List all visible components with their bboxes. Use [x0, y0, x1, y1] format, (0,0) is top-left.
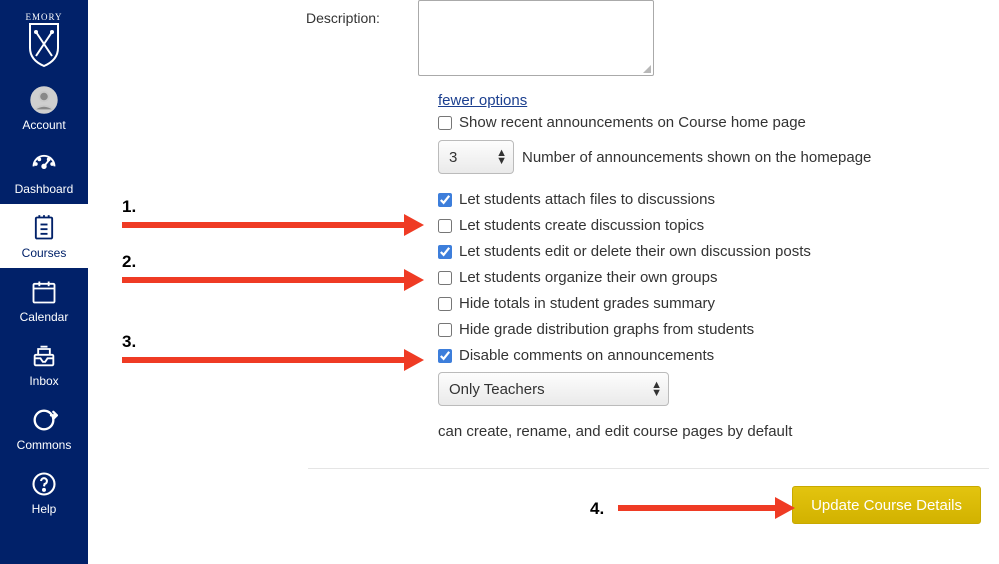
select-value: 3: [449, 149, 457, 166]
emory-shield-icon: EMORY: [24, 10, 64, 70]
checkbox-attach-files[interactable]: [438, 193, 452, 207]
description-label: Description:: [306, 10, 380, 26]
user-circle-icon: [30, 86, 58, 114]
opt-organize-groups: Let students organize their own groups: [438, 269, 718, 286]
nav-label: Calendar: [20, 310, 69, 324]
nav-courses[interactable]: Courses: [0, 204, 88, 268]
content: Description: fewer options Show recent a…: [88, 0, 999, 564]
checkbox-recent-announcements[interactable]: [438, 116, 452, 130]
checkbox-create-topics[interactable]: [438, 219, 452, 233]
select-stepper-icon: ▲▼: [496, 149, 507, 165]
opt-hide-distribution: Hide grade distribution graphs from stud…: [438, 321, 754, 338]
select-num-announcements[interactable]: 3 ▲▼: [438, 140, 514, 174]
option-label: Hide totals in student grades summary: [459, 295, 715, 312]
nav-dashboard[interactable]: Dashboard: [0, 140, 88, 204]
opt-attach-files: Let students attach files to discussions: [438, 191, 715, 208]
resize-handle-icon[interactable]: [641, 63, 651, 73]
arrow-4: [618, 503, 793, 513]
description-textarea[interactable]: [418, 0, 654, 76]
fewer-options-link[interactable]: fewer options: [438, 92, 527, 109]
checkbox-disable-comments[interactable]: [438, 349, 452, 363]
annotation-4: 4.: [590, 499, 604, 519]
select-value: Only Teachers: [449, 381, 545, 398]
nav-account[interactable]: Account: [0, 76, 88, 140]
option-label: Let students attach files to discussions: [459, 191, 715, 208]
nav-calendar[interactable]: Calendar: [0, 268, 88, 332]
num-announcements-label: Number of announcements shown on the hom…: [522, 149, 871, 166]
nav-label: Commons: [17, 438, 72, 452]
nav-inbox[interactable]: Inbox: [0, 332, 88, 396]
checkbox-organize-groups[interactable]: [438, 271, 452, 285]
who-can-edit-suffix: can create, rename, and edit course page…: [438, 423, 792, 440]
checkbox-edit-delete[interactable]: [438, 245, 452, 259]
arrow-3: [122, 355, 422, 365]
select-who-can-edit[interactable]: Only Teachers ▲▼: [438, 372, 669, 406]
courses-icon: [30, 214, 58, 242]
divider: [308, 468, 989, 469]
commons-icon: [30, 406, 58, 434]
update-course-details-button[interactable]: Update Course Details: [792, 486, 981, 524]
brand-logo: EMORY: [0, 0, 88, 76]
opt-hide-totals: Hide totals in student grades summary: [438, 295, 715, 312]
opt-recent-announcements: Show recent announcements on Course home…: [438, 114, 806, 131]
dashboard-icon: [30, 150, 58, 178]
annotation-3: 3.: [122, 332, 136, 352]
svg-text:EMORY: EMORY: [25, 12, 62, 22]
option-label: Disable comments on announcements: [459, 347, 714, 364]
nav-label: Account: [22, 118, 65, 132]
opt-disable-comments: Disable comments on announcements: [438, 347, 714, 364]
nav-label: Courses: [22, 246, 67, 260]
nav-label: Inbox: [29, 374, 58, 388]
nav-help[interactable]: Help: [0, 460, 88, 524]
arrow-1: [122, 220, 422, 230]
global-nav: EMORY Account: [0, 0, 88, 564]
inbox-icon: [30, 342, 58, 370]
opt-create-topics: Let students create discussion topics: [438, 217, 704, 234]
calendar-icon: [30, 278, 58, 306]
checkbox-hide-distribution[interactable]: [438, 323, 452, 337]
select-stepper-icon: ▲▼: [651, 381, 662, 397]
nav-commons[interactable]: Commons: [0, 396, 88, 460]
nav-label: Help: [32, 502, 57, 516]
arrow-2: [122, 275, 422, 285]
help-icon: [30, 470, 58, 498]
option-label: Hide grade distribution graphs from stud…: [459, 321, 754, 338]
annotation-2: 2.: [122, 252, 136, 272]
nav-label: Dashboard: [15, 182, 74, 196]
option-label: Let students organize their own groups: [459, 269, 718, 286]
option-label: Show recent announcements on Course home…: [459, 114, 806, 131]
annotation-1: 1.: [122, 197, 136, 217]
opt-edit-delete: Let students edit or delete their own di…: [438, 243, 811, 260]
option-label: Let students edit or delete their own di…: [459, 243, 811, 260]
button-label: Update Course Details: [811, 497, 962, 514]
option-label: Let students create discussion topics: [459, 217, 704, 234]
checkbox-hide-totals[interactable]: [438, 297, 452, 311]
